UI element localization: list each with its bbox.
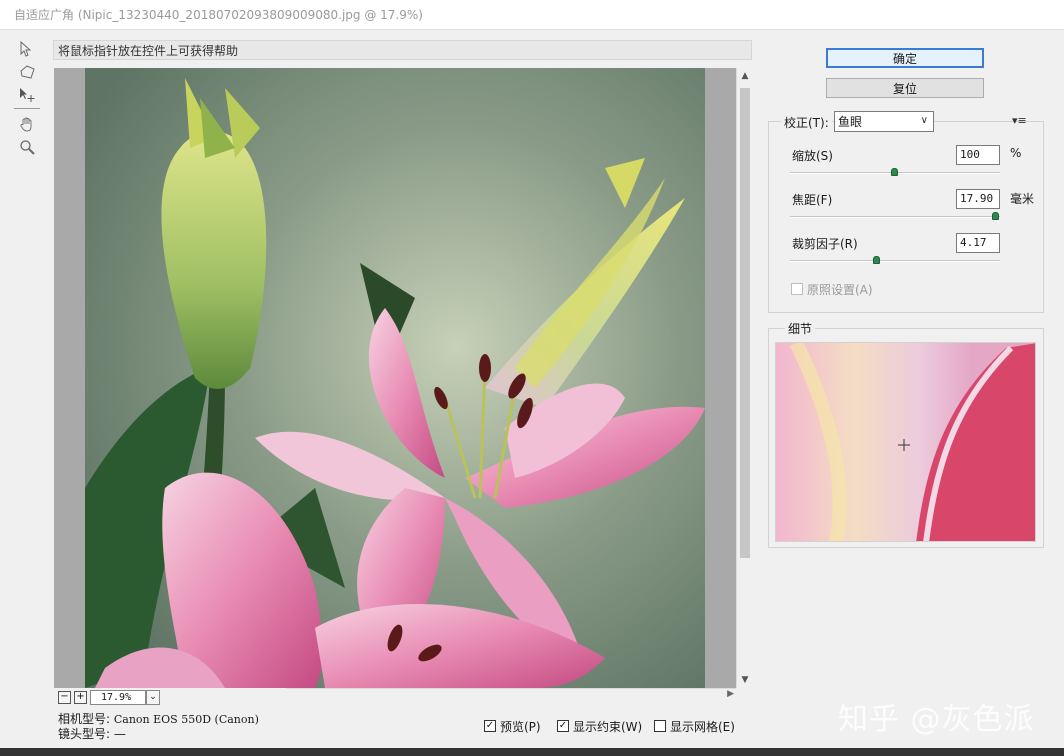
scroll-right-arrow-icon[interactable]: ▶ bbox=[727, 689, 734, 699]
help-text: 将鼠标指针放在控件上可获得帮助 bbox=[58, 43, 239, 58]
zoom-level-field[interactable]: 17.9% bbox=[90, 689, 146, 705]
panel-menu-icon[interactable]: ▾≡ bbox=[1012, 114, 1027, 127]
lens-model-value: — bbox=[113, 727, 126, 741]
chevron-down-icon: ∨ bbox=[920, 115, 928, 126]
ok-button[interactable]: 确定 bbox=[826, 48, 984, 68]
lily-photo-image bbox=[85, 68, 705, 688]
focal-length-slider-knob[interactable] bbox=[992, 212, 999, 220]
focal-length-unit: 毫米 bbox=[1010, 192, 1035, 206]
title-bar: 自适应广角 (Nipic_13230440_201807020938090090… bbox=[0, 0, 1064, 30]
scrollbar-thumb[interactable] bbox=[740, 88, 750, 558]
constraint-tool-icon[interactable] bbox=[14, 38, 40, 60]
as-shot-option[interactable]: 原照设置(A) bbox=[791, 281, 873, 297]
reset-button[interactable]: 复位 bbox=[826, 78, 984, 98]
correction-selected-value: 鱼眼 bbox=[838, 115, 863, 129]
preview-checkbox[interactable]: ✓ bbox=[484, 720, 496, 732]
show-grid-checkbox[interactable] bbox=[654, 720, 666, 732]
zoom-controls: − + 17.9% ⌄ bbox=[58, 689, 160, 705]
camera-model-label: 相机型号: bbox=[58, 712, 111, 726]
lens-model-row: 镜头型号: — bbox=[58, 727, 259, 741]
move-tool-icon[interactable] bbox=[14, 84, 40, 106]
tool-separator bbox=[14, 108, 40, 109]
correction-label: 校正(T): bbox=[781, 114, 832, 131]
crop-factor-input[interactable]: 4.17 bbox=[956, 233, 1000, 253]
zoom-dropdown-button[interactable]: ⌄ bbox=[146, 689, 160, 705]
help-bar: 将鼠标指针放在控件上可获得帮助 bbox=[53, 40, 752, 60]
lens-model-label: 镜头型号: bbox=[58, 727, 111, 741]
polygon-constraint-tool-icon[interactable] bbox=[14, 61, 40, 83]
show-grid-option[interactable]: 显示网格(E) bbox=[654, 718, 735, 734]
focal-length-slider-track[interactable] bbox=[790, 212, 1000, 220]
crop-factor-slider-knob[interactable] bbox=[873, 256, 880, 264]
as-shot-label: 原照设置(A) bbox=[807, 282, 873, 297]
camera-model-value: Canon EOS 550D (Canon) bbox=[113, 713, 259, 726]
adaptive-wide-angle-dialog: 自适应广角 (Nipic_13230440_201807020938090090… bbox=[0, 0, 1064, 748]
scroll-down-arrow-icon[interactable]: ▼ bbox=[737, 672, 753, 688]
zoom-out-button[interactable]: − bbox=[58, 690, 71, 704]
crop-factor-label: 裁剪因子(R) bbox=[792, 237, 858, 251]
scale-slider-knob[interactable] bbox=[891, 168, 898, 176]
hand-tool-icon[interactable] bbox=[14, 113, 40, 135]
scale-unit: % bbox=[1010, 146, 1022, 160]
scale-label: 缩放(S) bbox=[792, 149, 833, 163]
preview-canvas[interactable] bbox=[54, 68, 736, 688]
scale-slider-track[interactable] bbox=[790, 168, 1000, 176]
detail-preview-image bbox=[776, 343, 1035, 541]
preview-vertical-scrollbar[interactable]: ▲ ▼ bbox=[736, 68, 752, 688]
as-shot-checkbox[interactable] bbox=[791, 283, 803, 295]
bottom-strip bbox=[0, 748, 1064, 756]
camera-info: 相机型号: Canon EOS 550D (Canon) 镜头型号: — bbox=[58, 712, 259, 741]
focal-length-label: 焦距(F) bbox=[792, 193, 833, 207]
correction-select[interactable]: 鱼眼 ∨ bbox=[834, 111, 934, 132]
show-grid-label: 显示网格(E) bbox=[670, 719, 735, 734]
show-constraints-label: 显示约束(W) bbox=[573, 719, 643, 734]
camera-model-row: 相机型号: Canon EOS 550D (Canon) bbox=[58, 712, 259, 727]
scroll-up-arrow-icon[interactable]: ▲ bbox=[737, 68, 753, 84]
show-constraints-option[interactable]: ✓ 显示约束(W) bbox=[557, 718, 642, 734]
detail-label: 细节 bbox=[785, 320, 816, 337]
zoom-in-button[interactable]: + bbox=[74, 690, 87, 704]
focal-length-input[interactable]: 17.90 bbox=[956, 189, 1000, 209]
watermark-text: 知乎 @灰色派 bbox=[838, 702, 1035, 737]
window-title: 自适应广角 (Nipic_13230440_201807020938090090… bbox=[14, 8, 423, 22]
show-constraints-checkbox[interactable]: ✓ bbox=[557, 720, 569, 732]
tool-palette bbox=[14, 38, 44, 159]
scale-input[interactable]: 100 bbox=[956, 145, 1000, 165]
detail-loupe bbox=[775, 342, 1036, 542]
preview-horizontal-scrollbar[interactable]: ▶ bbox=[286, 688, 736, 702]
crop-factor-slider-track[interactable] bbox=[790, 256, 1000, 264]
preview-option[interactable]: ✓ 预览(P) bbox=[484, 718, 541, 734]
preview-label: 预览(P) bbox=[500, 719, 541, 734]
zoom-tool-icon[interactable] bbox=[14, 136, 40, 158]
